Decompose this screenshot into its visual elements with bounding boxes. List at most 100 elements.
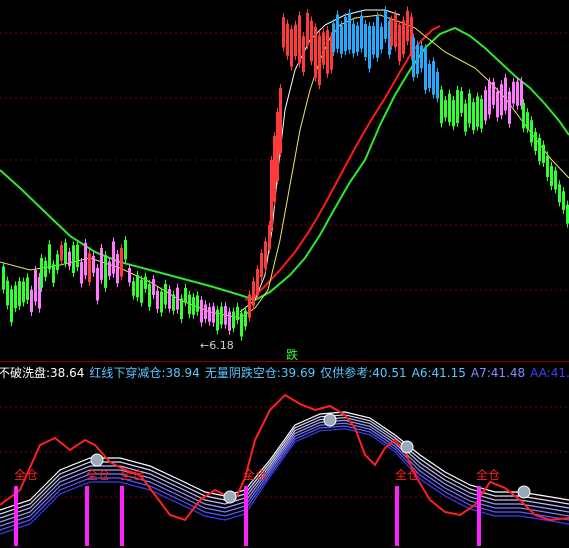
low-price-marker: ←6.18	[200, 339, 234, 353]
candle-body	[444, 100, 447, 118]
candle-body	[550, 165, 553, 187]
candle-body	[100, 247, 103, 280]
candle-body	[420, 45, 423, 69]
candle-body	[428, 63, 431, 88]
candle-body	[390, 19, 393, 46]
signal-label-full-position: 全仓	[120, 468, 145, 482]
candle-body	[360, 15, 363, 49]
candle-body	[372, 25, 375, 55]
signal-bar	[244, 486, 248, 546]
low-marker-arrow: ←	[200, 339, 210, 352]
candle-body	[48, 244, 51, 270]
candle-body	[314, 27, 317, 78]
candle-body	[520, 81, 523, 106]
candle-body	[394, 14, 397, 48]
candle-body	[562, 191, 565, 210]
indicator-label: 仅供参考:	[320, 366, 373, 380]
candle-body	[318, 35, 321, 86]
candle-body	[322, 32, 325, 65]
candle-body	[188, 294, 191, 315]
candle-body	[244, 310, 247, 327]
candle-body	[294, 24, 297, 57]
candle-body	[10, 289, 13, 323]
candle-body	[416, 44, 419, 74]
candle-body	[412, 37, 415, 78]
candle-body	[220, 306, 223, 325]
candle-body	[72, 245, 75, 274]
candle-body	[264, 241, 267, 269]
candle-body	[380, 26, 383, 50]
candle-body	[530, 120, 533, 143]
signal-bar	[120, 486, 124, 546]
signal-badge-icon	[400, 440, 414, 454]
candle-body	[44, 260, 47, 278]
indicator-item: AA: 41.8	[530, 365, 569, 381]
candle-body	[480, 98, 483, 129]
candle-body	[276, 112, 279, 181]
indicator-value-bar: 当不破洗盘: 38.64 红线下穿减仓: 38.94 无量阴跌空仓: 39.69 仅供…	[0, 365, 569, 381]
candle-body	[546, 155, 549, 177]
candle-body	[384, 10, 387, 39]
candle-body	[18, 281, 21, 307]
candle-body	[184, 287, 187, 303]
candle-body	[364, 23, 367, 58]
candle-body	[336, 14, 339, 49]
candle-body	[452, 99, 455, 127]
candle-body	[248, 294, 251, 318]
candle-body	[40, 257, 43, 288]
candle-body	[68, 251, 71, 267]
candle-body	[402, 20, 405, 55]
candle-body	[468, 93, 471, 124]
candle-body	[344, 17, 347, 52]
signal-badge-icon	[323, 413, 337, 427]
candle-body	[104, 254, 107, 288]
candle-body	[298, 15, 301, 64]
candle-body	[124, 240, 127, 260]
candle-body	[56, 254, 59, 270]
signal-bar	[14, 486, 18, 546]
indicator-label: 无量阴跌空仓:	[204, 366, 281, 380]
candle-body	[232, 311, 235, 329]
candle-body	[508, 91, 511, 124]
candle-body	[22, 281, 25, 303]
candle-body	[440, 89, 443, 124]
indicator-value: 40.51	[372, 366, 407, 380]
candle-body	[26, 277, 29, 300]
indicator-item: 当不破洗盘: 38.64	[0, 365, 84, 381]
candle-body	[88, 253, 91, 283]
candle-body	[484, 90, 487, 121]
candle-body	[84, 242, 87, 276]
signal-bar	[477, 486, 481, 546]
candle-body	[448, 93, 451, 123]
candle-body	[348, 12, 351, 50]
candle-body	[542, 144, 545, 163]
candle-body	[204, 304, 207, 320]
indicator-label: 当不破洗盘:	[0, 366, 51, 380]
signal-badge-icon	[90, 453, 104, 467]
indicator-item: A7: 41.48	[471, 365, 525, 381]
low-marker-value: 6.18	[209, 339, 234, 352]
candle-body	[208, 306, 211, 322]
candle-body	[252, 281, 255, 306]
candle-body	[240, 313, 243, 337]
indicator-item: 无量阴跌空仓: 39.69	[205, 365, 315, 381]
candle-body	[192, 297, 195, 315]
candle-body	[2, 266, 5, 290]
candle-body	[290, 29, 293, 67]
candle-body	[268, 224, 271, 250]
candle-body	[196, 295, 199, 312]
candle-body	[376, 16, 379, 58]
candle-body	[212, 306, 215, 323]
candle-body	[144, 276, 147, 289]
signal-label-full-position: 全仓	[395, 468, 420, 482]
signal-badge-icon	[517, 485, 531, 499]
candle-body	[96, 267, 99, 301]
candle-body	[216, 309, 219, 331]
indicator-label: A6:	[411, 366, 432, 380]
candle-body	[500, 84, 503, 116]
candle-body	[92, 255, 95, 273]
signal-label-full-position: 全仓	[243, 468, 268, 482]
indicator-label: 红线下穿减仓:	[89, 366, 166, 380]
signal-bar	[85, 486, 89, 546]
candle-body	[310, 20, 313, 62]
